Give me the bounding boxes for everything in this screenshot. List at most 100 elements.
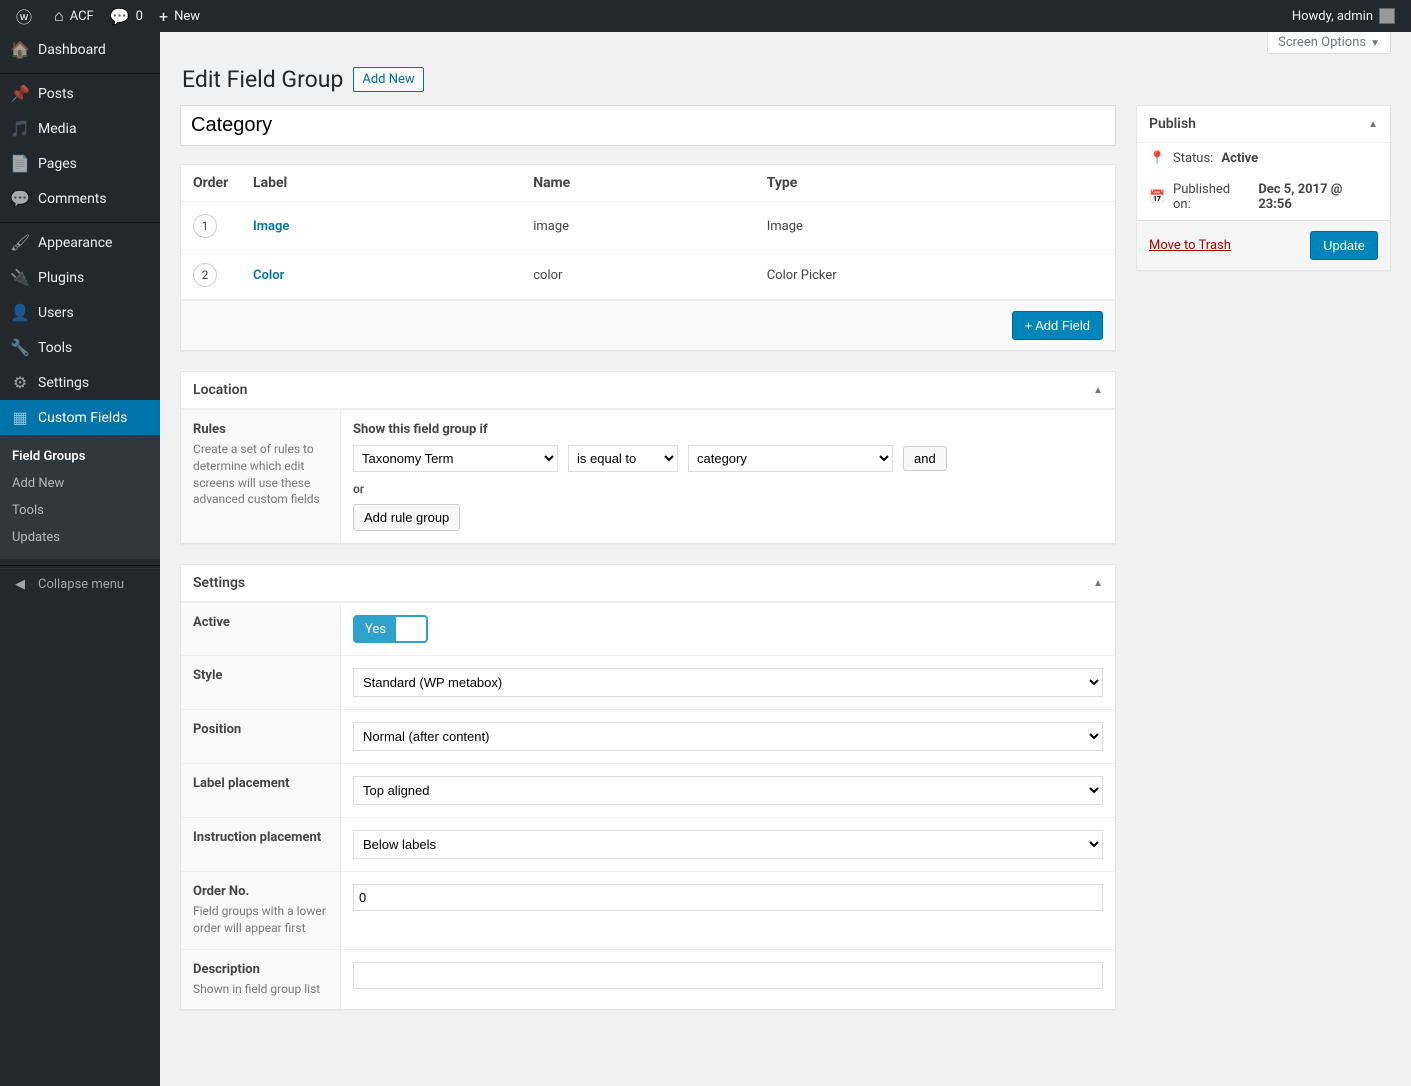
rule-operator-select[interactable]: is equal to <box>568 445 678 472</box>
toggle-knob <box>396 617 426 641</box>
add-rule-group-button[interactable]: Add rule group <box>353 504 460 531</box>
toggle-icon[interactable]: ▲ <box>1093 385 1103 396</box>
submenu-updates[interactable]: Updates <box>0 524 160 551</box>
menu-tools[interactable]: 🔧Tools <box>0 330 160 365</box>
wrench-icon: 🔧 <box>10 338 30 357</box>
calendar-icon: 📅 <box>1149 190 1165 205</box>
layout-icon: ▦ <box>10 408 30 427</box>
new-link[interactable]: +New <box>151 0 208 32</box>
fields-table: Order Label Name Type 1 Image image <box>181 165 1115 300</box>
home-icon: ⌂ <box>54 6 64 26</box>
th-name: Name <box>521 165 755 202</box>
instruction-placement-select[interactable]: Below labels <box>353 830 1103 859</box>
plug-icon: 🔌 <box>10 268 30 287</box>
position-label: Position <box>193 722 328 737</box>
active-toggle[interactable]: Yes <box>353 615 428 643</box>
order-handle[interactable]: 2 <box>193 263 217 287</box>
table-row[interactable]: 1 Image image Image <box>181 202 1115 251</box>
field-type: Color Picker <box>755 251 1115 300</box>
comment-icon: 💬 <box>10 189 30 208</box>
rules-hint: Create a set of rules to determine which… <box>193 441 328 508</box>
published-on-label: Published on: <box>1173 182 1250 212</box>
field-type: Image <box>755 202 1115 251</box>
key-icon: 📍 <box>1149 151 1165 166</box>
instruction-placement-label: Instruction placement <box>193 830 328 845</box>
submenu-add-new[interactable]: Add New <box>0 470 160 497</box>
menu-comments[interactable]: 💬Comments <box>0 181 160 216</box>
label-placement-select[interactable]: Top aligned <box>353 776 1103 805</box>
menu-media[interactable]: 🎵Media <box>0 111 160 146</box>
rules-label: Rules <box>193 422 328 437</box>
th-label: Label <box>241 165 521 202</box>
show-if-label: Show this field group if <box>353 422 1103 437</box>
order-no-input[interactable] <box>353 884 1103 911</box>
site-name: ACF <box>70 9 94 24</box>
status-label: Status: <box>1173 151 1213 166</box>
position-select[interactable]: Normal (after content) <box>353 722 1103 751</box>
site-name-link[interactable]: ⌂ ACF <box>46 0 102 32</box>
howdy-text: Howdy, admin <box>1292 9 1373 24</box>
user-icon: 👤 <box>10 303 30 322</box>
admin-sidebar: 🏠Dashboard 📌Posts 🎵Media 📄Pages 💬Comment… <box>0 32 160 1086</box>
toggle-icon[interactable]: ▲ <box>1368 119 1378 130</box>
settings-title: Settings <box>193 575 245 591</box>
group-title-input[interactable] <box>180 105 1116 146</box>
description-label: Description <box>193 962 328 977</box>
description-input[interactable] <box>353 962 1103 989</box>
page-title: Edit Field Group <box>182 66 343 93</box>
comments-link[interactable]: 💬0 <box>102 0 151 32</box>
menu-plugins[interactable]: 🔌Plugins <box>0 260 160 295</box>
media-icon: 🎵 <box>10 119 30 138</box>
published-on-value: Dec 5, 2017 @ 23:56 <box>1258 182 1378 212</box>
submenu-custom-fields: Field Groups Add New Tools Updates <box>0 435 160 559</box>
field-label-link[interactable]: Image <box>253 219 289 234</box>
menu-settings[interactable]: ⚙Settings <box>0 365 160 400</box>
label-placement-label: Label placement <box>193 776 328 791</box>
wordpress-icon: ⓦ <box>16 4 32 28</box>
menu-users[interactable]: 👤Users <box>0 295 160 330</box>
add-new-button[interactable]: Add New <box>353 67 423 92</box>
style-select[interactable]: Standard (WP metabox) <box>353 668 1103 697</box>
admin-topbar: ⓦ ⌂ ACF 💬0 +New Howdy, admin <box>0 0 1411 32</box>
menu-pages[interactable]: 📄Pages <box>0 146 160 181</box>
fields-postbox: Order Label Name Type 1 Image image <box>180 164 1116 351</box>
order-handle[interactable]: 1 <box>193 214 217 238</box>
menu-custom-fields[interactable]: ▦Custom Fields <box>0 400 160 435</box>
toggle-yes: Yes <box>355 617 396 641</box>
content: Screen Options▼ Edit Field Group Add New… <box>160 32 1411 1086</box>
rule-and-button[interactable]: and <box>903 446 947 471</box>
rule-param-select[interactable]: Taxonomy Term <box>353 445 558 472</box>
field-name: image <box>521 202 755 251</box>
table-row[interactable]: 2 Color color Color Picker <box>181 251 1115 300</box>
wp-logo[interactable]: ⓦ <box>8 0 46 32</box>
brush-icon: 🖌 <box>10 233 30 252</box>
collapse-menu[interactable]: ◀Collapse menu <box>0 568 160 600</box>
menu-posts[interactable]: 📌Posts <box>0 76 160 111</box>
or-label: or <box>353 482 1103 496</box>
status-value: Active <box>1221 151 1258 166</box>
order-no-label: Order No. <box>193 884 328 899</box>
field-name: color <box>521 251 755 300</box>
add-field-button[interactable]: + Add Field <box>1012 311 1103 340</box>
howdy-link[interactable]: Howdy, admin <box>1284 0 1403 32</box>
plus-icon: + <box>159 7 168 26</box>
menu-appearance[interactable]: 🖌Appearance <box>0 225 160 260</box>
th-type: Type <box>755 165 1115 202</box>
field-label-link[interactable]: Color <box>253 268 284 283</box>
pin-icon: 📌 <box>10 84 30 103</box>
description-hint: Shown in field group list <box>193 981 328 998</box>
rule-value-select[interactable]: category <box>688 445 893 472</box>
screen-options-button[interactable]: Screen Options▼ <box>1267 32 1391 54</box>
menu-dashboard[interactable]: 🏠Dashboard <box>0 32 160 67</box>
move-to-trash-link[interactable]: Move to Trash <box>1149 238 1231 253</box>
collapse-icon: ◀ <box>10 577 30 592</box>
submenu-field-groups[interactable]: Field Groups <box>0 443 160 470</box>
toggle-icon[interactable]: ▲ <box>1093 578 1103 589</box>
comment-icon: 💬 <box>110 7 130 26</box>
gauge-icon: 🏠 <box>10 40 30 59</box>
publish-title: Publish <box>1149 116 1196 132</box>
style-label: Style <box>193 668 328 683</box>
submenu-tools[interactable]: Tools <box>0 497 160 524</box>
publish-postbox: Publish ▲ 📍 Status: Active 📅 Published o… <box>1136 105 1391 271</box>
update-button[interactable]: Update <box>1310 231 1378 260</box>
